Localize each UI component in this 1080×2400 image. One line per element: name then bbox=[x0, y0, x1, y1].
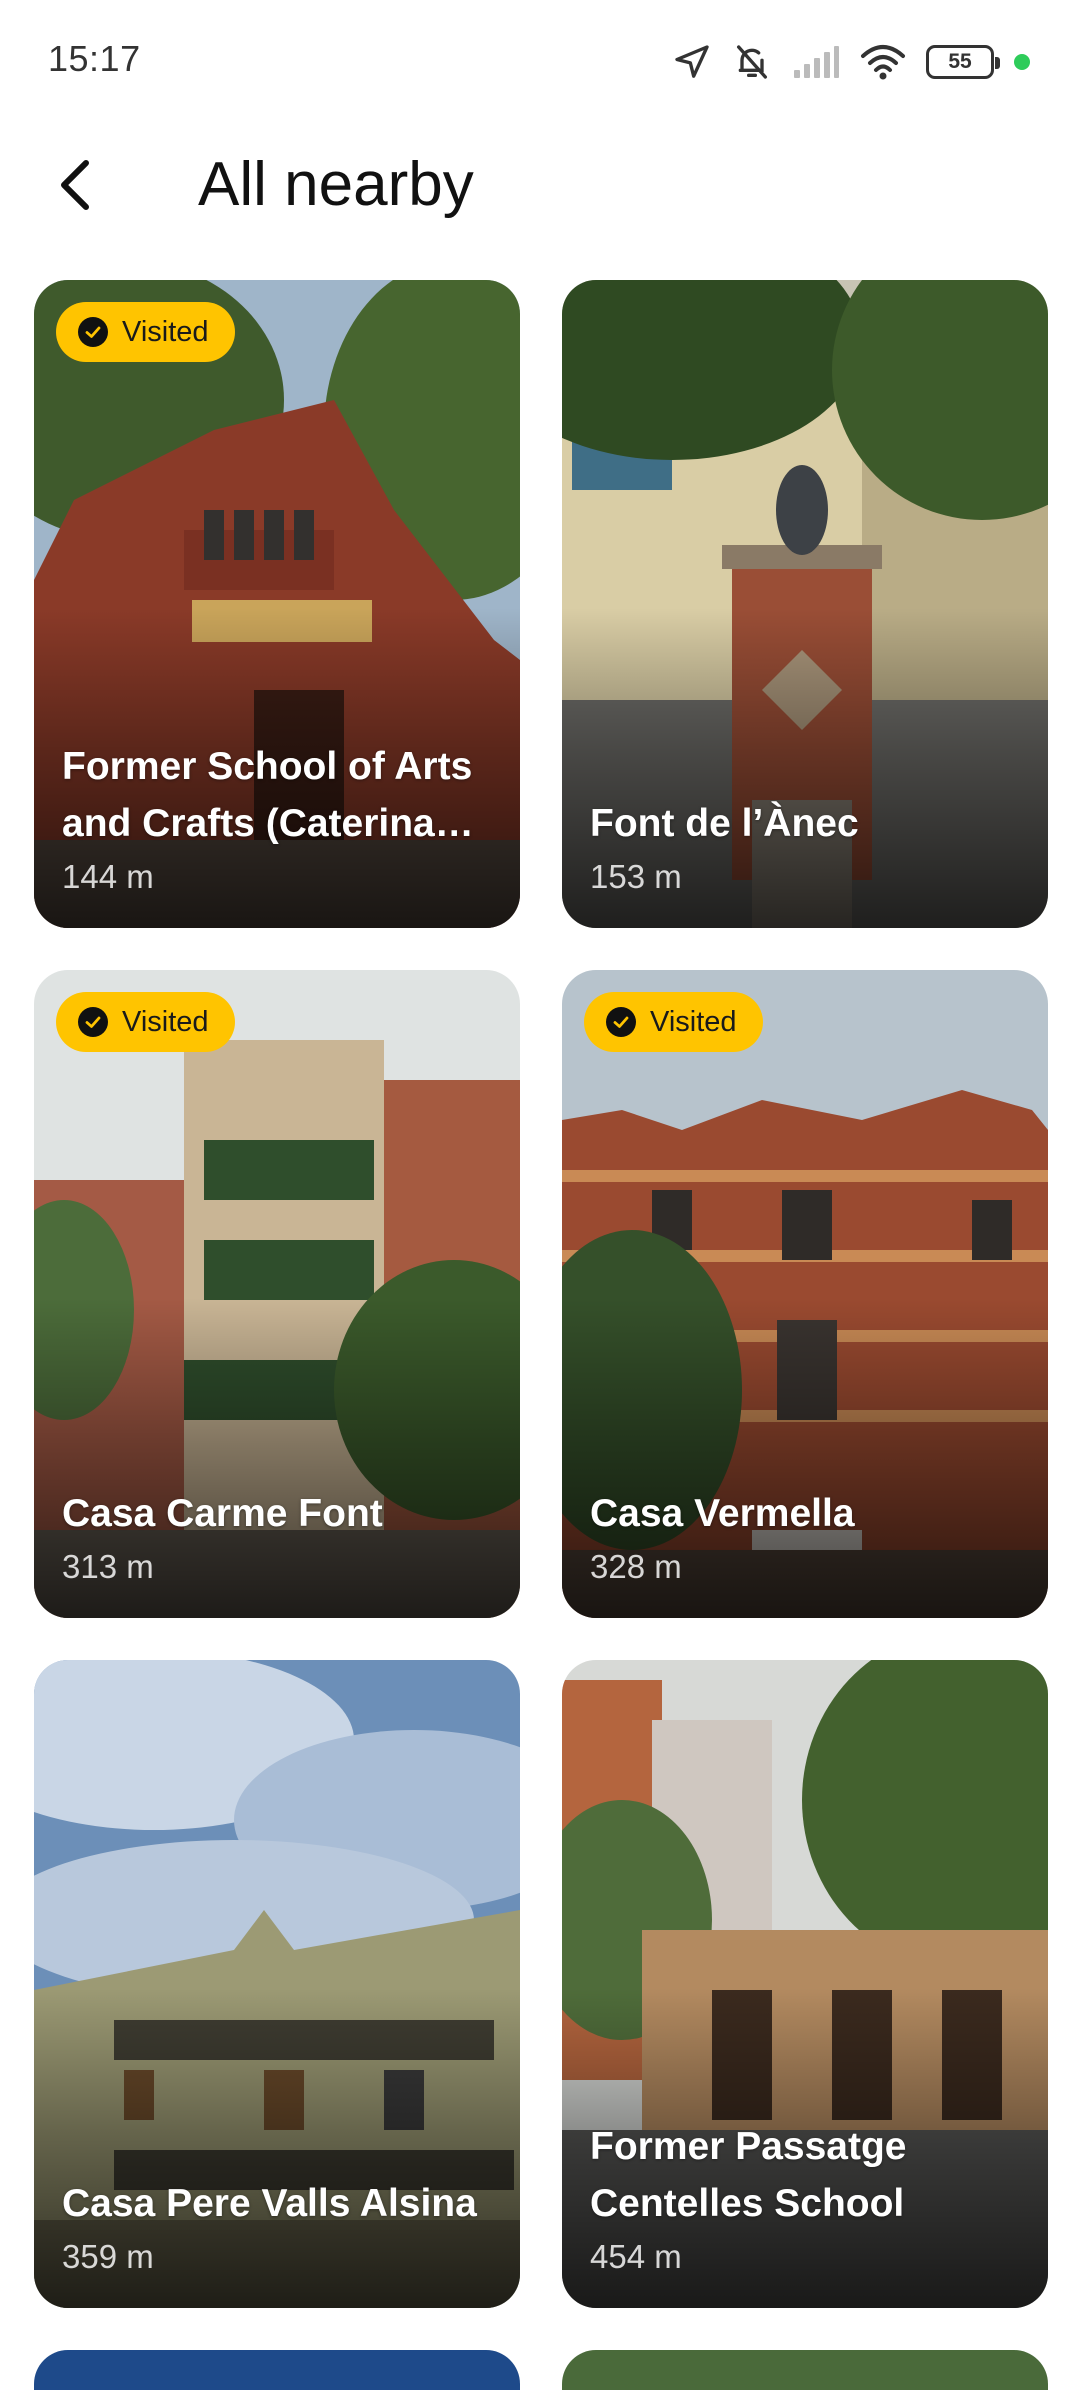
place-card[interactable]: Visited Casa Carme Font 313 m bbox=[34, 970, 520, 1618]
signal-icon bbox=[792, 44, 840, 80]
place-card[interactable]: Font de l’Ànec 153 m bbox=[562, 280, 1048, 928]
status-icons: 55 bbox=[672, 38, 1030, 86]
place-card[interactable]: Visited Former School of Arts and Crafts… bbox=[34, 280, 520, 928]
status-time: 15:17 bbox=[48, 38, 141, 79]
place-name: Casa Pere Valls Alsina bbox=[62, 2182, 477, 2225]
place-card[interactable]: Former Passatge Centelles School 454 m bbox=[562, 1660, 1048, 2308]
place-distance: 144 m bbox=[62, 858, 154, 895]
status-bar: 15:17 55 bbox=[0, 0, 1080, 120]
place-card[interactable]: Visited Casa Vermella 328 m bbox=[562, 970, 1048, 1618]
check-circle-icon bbox=[78, 317, 108, 347]
place-card-partial[interactable] bbox=[34, 2350, 520, 2390]
page-title: All nearby bbox=[198, 150, 474, 219]
place-card-partial[interactable] bbox=[562, 2350, 1048, 2390]
place-distance: 153 m bbox=[590, 858, 682, 895]
privacy-dot-icon bbox=[1014, 54, 1030, 70]
check-circle-icon bbox=[78, 1007, 108, 1037]
place-name: Casa Carme Font bbox=[62, 1492, 383, 1535]
bell-muted-icon bbox=[732, 42, 772, 82]
place-name: Former School of Arts and Crafts (Cateri… bbox=[62, 745, 473, 845]
place-distance: 328 m bbox=[590, 1548, 682, 1585]
app-header: All nearby bbox=[0, 120, 1080, 280]
place-name: Font de l’Ànec bbox=[590, 802, 859, 845]
check-circle-icon bbox=[606, 1007, 636, 1037]
wifi-icon bbox=[860, 44, 906, 80]
chevron-left-icon bbox=[50, 155, 100, 220]
place-distance: 454 m bbox=[590, 2238, 682, 2275]
battery-icon: 55 bbox=[926, 45, 1000, 79]
place-distance: 313 m bbox=[62, 1548, 154, 1585]
back-button[interactable] bbox=[30, 142, 120, 232]
place-distance: 359 m bbox=[62, 2238, 154, 2275]
visited-badge-label: Visited bbox=[122, 315, 209, 348]
place-name: Casa Vermella bbox=[590, 1492, 855, 1535]
visited-badge: Visited bbox=[584, 992, 763, 1052]
place-name: Former Passatge Centelles School bbox=[590, 2125, 907, 2225]
location-arrow-icon bbox=[672, 42, 712, 82]
visited-badge: Visited bbox=[56, 302, 235, 362]
visited-badge: Visited bbox=[56, 992, 235, 1052]
visited-badge-label: Visited bbox=[650, 1005, 737, 1038]
visited-badge-label: Visited bbox=[122, 1005, 209, 1038]
place-card[interactable]: Casa Pere Valls Alsina 359 m bbox=[34, 1660, 520, 2308]
